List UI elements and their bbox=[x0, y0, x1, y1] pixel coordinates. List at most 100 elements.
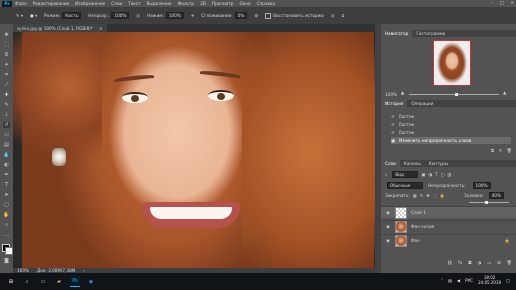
network-icon[interactable]: ▤ bbox=[448, 278, 452, 283]
blend-mode-select[interactable]: Обычные bbox=[387, 182, 423, 189]
visibility-eye-icon[interactable]: ◉ bbox=[385, 238, 391, 243]
airbrush-icon[interactable]: ✈ bbox=[191, 13, 195, 18]
lock-artboard-icon[interactable]: ⬚ bbox=[433, 193, 437, 198]
minimize-button[interactable]: – bbox=[490, 0, 492, 5]
background-color-swatch[interactable] bbox=[5, 247, 13, 255]
layer-name[interactable]: Фон копия bbox=[411, 224, 434, 229]
eyedropper-tool-icon[interactable]: ⁄ bbox=[3, 82, 10, 88]
zoom-in-mountain-icon[interactable]: ▲ bbox=[503, 90, 506, 95]
layer-opacity-field[interactable]: 100% bbox=[472, 182, 491, 189]
visibility-eye-icon[interactable]: ◉ bbox=[385, 210, 391, 215]
search-icon[interactable]: ⌕ bbox=[22, 277, 32, 287]
magic-wand-tool-icon[interactable]: ✦ bbox=[3, 62, 10, 68]
layer-style-fx-icon[interactable]: fx bbox=[458, 260, 462, 266]
layer-row[interactable]: ◉ Фон копия bbox=[381, 220, 516, 233]
layer-row[interactable]: ◉ Слой 1 bbox=[381, 206, 516, 219]
delete-layer-trash-icon[interactable]: 🗑 bbox=[507, 260, 512, 266]
gradient-tool-icon[interactable]: ▤ bbox=[3, 142, 10, 148]
history-item-selected[interactable]: ▦ Изменить непрозрачность слоев bbox=[391, 137, 511, 144]
history-item[interactable]: ✐ Ластик bbox=[391, 121, 511, 128]
chevron-up-icon[interactable]: ˄ bbox=[441, 278, 443, 283]
keyboard-language[interactable]: РУС bbox=[465, 278, 473, 283]
tab-navigator[interactable]: Навигатор bbox=[381, 30, 413, 37]
menu-layers[interactable]: Слои bbox=[111, 1, 122, 6]
notifications-icon[interactable]: ▢ bbox=[506, 278, 510, 283]
opacity-field[interactable]: 100% bbox=[111, 12, 130, 19]
snapshot-camera-icon[interactable]: ⌾ bbox=[499, 148, 502, 154]
pressure-size-icon[interactable]: ◎ bbox=[331, 13, 335, 18]
zoom-tool-icon[interactable]: ⌕ bbox=[3, 222, 10, 228]
navigator-zoom[interactable]: 100% bbox=[385, 92, 397, 97]
navigator-zoom-slider[interactable] bbox=[409, 93, 499, 96]
volume-icon[interactable]: ◀ bbox=[457, 278, 460, 283]
navigator-thumbnail[interactable] bbox=[433, 40, 471, 86]
windows-start-icon[interactable]: ⊞ bbox=[6, 277, 16, 287]
lock-paint-icon[interactable]: ✎ bbox=[420, 193, 424, 198]
quick-mask-icon[interactable]: ◙ bbox=[3, 258, 10, 264]
crop-tool-icon[interactable]: ⌗ bbox=[3, 72, 10, 78]
photoshop-taskbar-icon[interactable]: Ps bbox=[70, 276, 80, 287]
clone-stamp-tool-icon[interactable]: ⊥ bbox=[3, 112, 10, 118]
browser-icon[interactable]: ◉ bbox=[86, 277, 96, 287]
history-brush-tool-icon[interactable]: ✎ ▾ bbox=[16, 13, 23, 18]
zoom-out-mountain-icon[interactable]: ▲ bbox=[401, 90, 404, 95]
menu-select[interactable]: Выделение bbox=[147, 1, 172, 6]
file-explorer-icon[interactable]: ▰ bbox=[54, 277, 64, 287]
fill-field[interactable]: 40% bbox=[488, 192, 504, 199]
lock-position-icon[interactable]: ✥ bbox=[426, 193, 430, 198]
tab-actions[interactable]: Операции bbox=[407, 100, 437, 107]
new-group-folder-icon[interactable]: ▭ bbox=[487, 260, 491, 266]
portrait-photo[interactable] bbox=[13, 32, 380, 268]
layer-filter-select[interactable]: Вид bbox=[392, 171, 419, 178]
task-view-icon[interactable]: ▭ bbox=[38, 277, 48, 287]
type-tool-icon[interactable]: T bbox=[3, 182, 10, 188]
menu-filter[interactable]: Фильтр bbox=[178, 1, 195, 6]
tab-channels[interactable]: Каналы bbox=[400, 160, 425, 167]
menu-window[interactable]: Окно bbox=[239, 1, 250, 6]
link-layers-icon[interactable]: ⛓ bbox=[447, 260, 452, 266]
menu-text[interactable]: Текст bbox=[128, 1, 140, 6]
visibility-eye-icon[interactable]: ◉ bbox=[385, 224, 391, 229]
maximize-button[interactable]: □ bbox=[500, 0, 504, 5]
symmetry-icon[interactable]: ⧖ bbox=[341, 13, 344, 18]
brush-tool-icon[interactable]: ✎ bbox=[3, 102, 10, 108]
blur-tool-icon[interactable]: 💧 bbox=[3, 152, 10, 158]
trash-icon[interactable]: 🗑 bbox=[507, 148, 512, 154]
marquee-tool-icon[interactable]: ⬚ bbox=[3, 42, 10, 48]
fill-slider[interactable] bbox=[469, 201, 509, 204]
new-document-from-state-icon[interactable]: ⧉ bbox=[491, 148, 494, 154]
restore-history-checkbox[interactable] bbox=[265, 12, 272, 19]
lock-pixels-icon[interactable]: ▦ bbox=[413, 193, 417, 198]
pressure-opacity-icon[interactable]: ◎ bbox=[136, 13, 140, 18]
close-tab-icon[interactable]: ✕ bbox=[99, 26, 103, 31]
layer-name[interactable]: Фон bbox=[411, 238, 420, 243]
menu-help[interactable]: Справка bbox=[257, 1, 275, 6]
clock[interactable]: 18:02 24.05.2019 bbox=[478, 275, 501, 285]
layer-name[interactable]: Слой 1 bbox=[411, 210, 426, 215]
canvas-area[interactable] bbox=[13, 32, 380, 268]
filter-shape-icon[interactable]: ▢ bbox=[441, 172, 445, 177]
menu-file[interactable]: Файл bbox=[15, 1, 27, 6]
mode-select[interactable]: Кисть bbox=[62, 12, 82, 19]
close-window-button[interactable]: ✕ bbox=[510, 0, 514, 5]
smoothing-field[interactable]: 0% bbox=[234, 12, 248, 19]
filter-type-icon[interactable]: T bbox=[435, 172, 438, 177]
history-item[interactable]: ✐ Ластик bbox=[391, 129, 511, 136]
history-item[interactable]: ✐ Ластик bbox=[391, 113, 511, 120]
document-tab[interactable]: sylvia.jpg @ 100% (Слой 1, RGB/8)* ✕ bbox=[13, 24, 107, 32]
healing-brush-tool-icon[interactable]: ✚ bbox=[3, 92, 10, 98]
brush-size-picker[interactable]: ● ▾ bbox=[30, 13, 37, 18]
rectangle-tool-icon[interactable]: ▢ bbox=[3, 202, 10, 208]
tab-history[interactable]: История bbox=[381, 100, 408, 107]
layer-row[interactable]: ◉ Фон 🔒 bbox=[381, 234, 516, 247]
filter-adjustment-icon[interactable]: ◑ bbox=[428, 172, 432, 177]
lasso-tool-icon[interactable]: ᘐ bbox=[3, 52, 10, 58]
pen-tool-icon[interactable]: ✒ bbox=[3, 172, 10, 178]
menu-edit[interactable]: Редактирование bbox=[33, 1, 70, 6]
menu-3d[interactable]: 3D bbox=[200, 1, 206, 6]
filter-pixel-icon[interactable]: ▣ bbox=[421, 172, 425, 177]
lock-all-icon[interactable]: 🔒 bbox=[440, 193, 445, 199]
add-mask-icon[interactable]: ◘ bbox=[468, 260, 471, 266]
dodge-tool-icon[interactable]: ◐ bbox=[3, 162, 10, 168]
eraser-tool-icon[interactable]: ▭ bbox=[3, 132, 10, 138]
